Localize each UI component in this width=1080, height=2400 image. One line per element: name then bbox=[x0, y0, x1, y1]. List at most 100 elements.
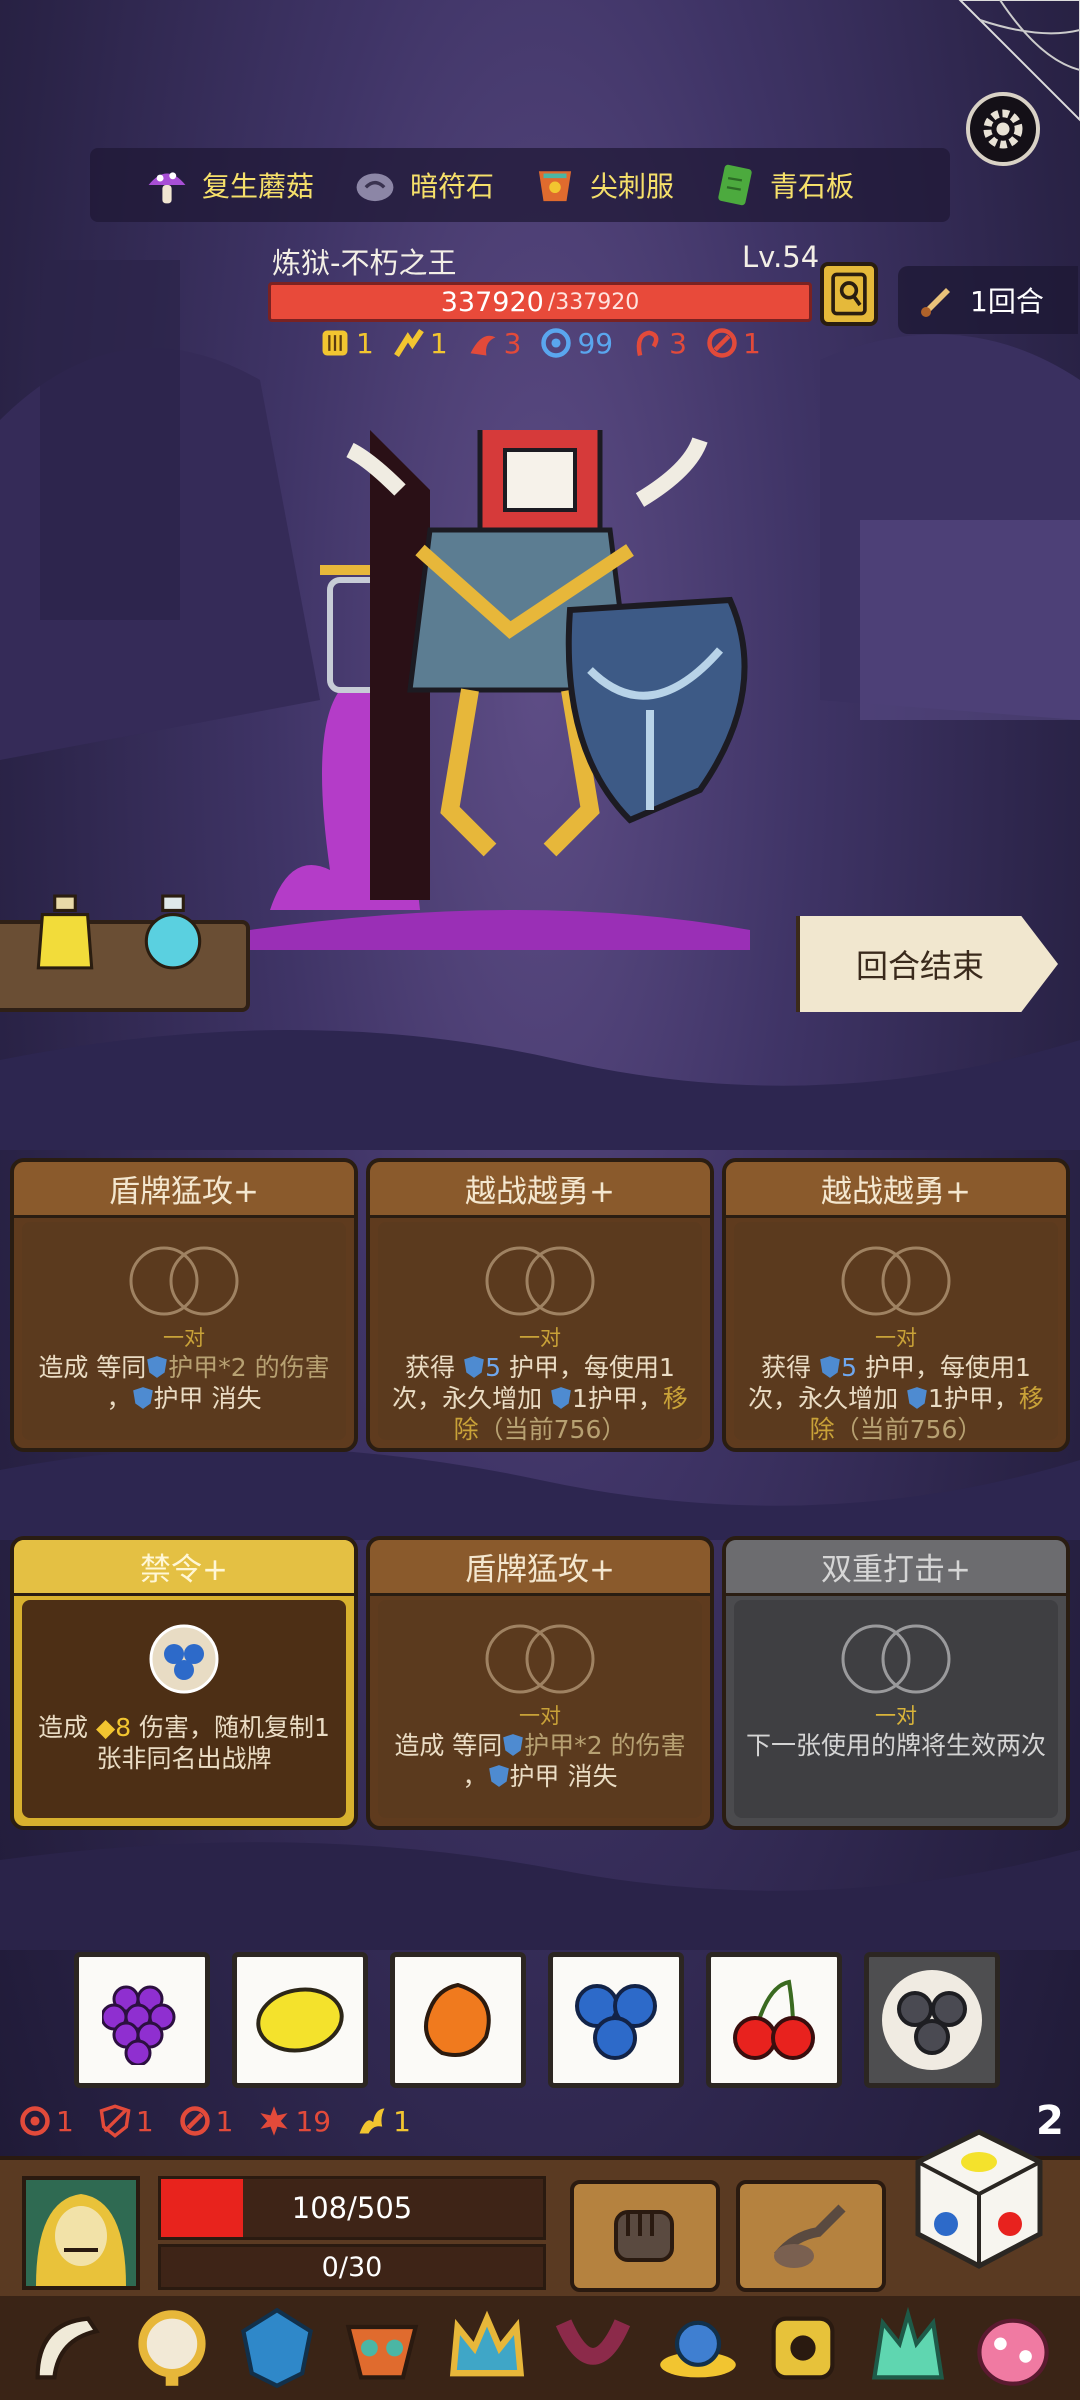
dice-blueberry[interactable] bbox=[548, 1952, 684, 2088]
player-shield-bar: 0/30 bbox=[158, 2244, 546, 2290]
pair-label: 一对 bbox=[163, 1326, 205, 1350]
card-title: 越战越勇+ bbox=[726, 1162, 1066, 1218]
boss-status-armor[interactable]: 1 bbox=[318, 326, 374, 360]
resource-label: 复生蘑菇 bbox=[202, 170, 315, 203]
player-status-target[interactable]: 1 bbox=[18, 2104, 74, 2138]
pair-slot-icon bbox=[485, 1246, 595, 1316]
card-shield-bash-2[interactable]: 盾牌猛攻+ 一对 造成 等同 护甲*2 的伤害 ，护甲 消失 bbox=[366, 1536, 714, 1830]
card-double-strike[interactable]: 双重打击+ 一对 下一张使用的牌将生效两次 bbox=[722, 1536, 1070, 1830]
fist-skill-button[interactable] bbox=[570, 2180, 720, 2292]
blueberry-icon bbox=[575, 1984, 657, 2060]
boss-status-bleed[interactable]: 3 bbox=[466, 326, 521, 360]
crown-icon[interactable] bbox=[445, 2306, 529, 2390]
mirror-icon[interactable] bbox=[130, 2306, 214, 2390]
pair-slot-icon bbox=[841, 1246, 951, 1316]
shovel-icon bbox=[774, 2204, 846, 2268]
boss-status-strength[interactable]: 1 bbox=[392, 326, 448, 360]
grape-icon bbox=[102, 1985, 176, 2065]
card-brave-fight-2[interactable]: 越战越勇+ 一对 获得 5 护甲，每使用1次，永久增加 1护甲，移除（当前756… bbox=[722, 1158, 1070, 1452]
resource-label: 暗符石 bbox=[410, 170, 495, 203]
card-description: 造成 ◆8 伤害，随机复制1张非同名出战牌 bbox=[38, 1713, 330, 1773]
resource-label: 青石板 bbox=[770, 170, 855, 203]
pair-slot-icon bbox=[485, 1624, 595, 1694]
player-avatar[interactable] bbox=[22, 2176, 140, 2290]
resource-spike-armor[interactable]: 尖刺服 bbox=[532, 162, 674, 208]
curse-icon bbox=[636, 330, 659, 356]
resource-rune-stone[interactable]: 暗符石 bbox=[352, 162, 494, 208]
blueberry-slot-icon bbox=[149, 1624, 219, 1694]
weak-icon bbox=[707, 328, 737, 358]
dice-orange[interactable] bbox=[390, 1952, 526, 2088]
armor-shield-icon bbox=[147, 1356, 168, 1378]
broken-shield-icon bbox=[99, 2104, 131, 2138]
dice-grape[interactable] bbox=[74, 1952, 210, 2088]
card-description: 造成 等同 护甲*2 的伤害 ，护甲 消失 bbox=[38, 1353, 330, 1413]
pair-label: 一对 bbox=[875, 1326, 917, 1350]
boss-level: Lv.54 bbox=[742, 240, 820, 274]
boss-info-button[interactable] bbox=[820, 262, 878, 326]
strength-icon bbox=[393, 328, 424, 357]
boss-status-shield[interactable]: 99 bbox=[539, 326, 613, 360]
player-status-weak[interactable]: 1 bbox=[178, 2104, 233, 2138]
card-title: 盾牌猛攻+ bbox=[14, 1162, 354, 1218]
jade-crown-icon[interactable] bbox=[866, 2306, 950, 2390]
armor-shield-icon bbox=[488, 1765, 509, 1787]
dig-skill-button[interactable] bbox=[736, 2180, 886, 2292]
mushroom-icon bbox=[148, 172, 186, 204]
card-body: 一对 造成 等同 护甲*2 的伤害 ，护甲 消失 bbox=[22, 1222, 346, 1440]
round-label: 1回合 bbox=[970, 285, 1044, 318]
card-body: 一对 获得 5 护甲，每使用1次，永久增加 1护甲，移除（当前756） bbox=[734, 1222, 1058, 1444]
armor-shield-icon bbox=[907, 1387, 927, 1409]
mask-icon[interactable] bbox=[340, 2306, 424, 2390]
blue-gem-icon[interactable] bbox=[235, 2306, 319, 2390]
golden-idol-icon[interactable] bbox=[761, 2306, 845, 2390]
boss-status-weak[interactable]: 1 bbox=[705, 326, 761, 360]
resource-slate[interactable]: 青石板 bbox=[712, 162, 854, 208]
card-description: 下一张使用的牌将生效两次 bbox=[745, 1731, 1046, 1760]
dice-cherry[interactable] bbox=[706, 1952, 842, 2088]
card-brave-fight[interactable]: 越战越勇+ 一对 获得 5 护甲，每使用1次，永久增加 1护甲，移除（当前756… bbox=[366, 1158, 714, 1452]
resource-bar: 复生蘑菇 暗符石 尖刺服 青石板 bbox=[90, 148, 950, 222]
roll-dice-button[interactable] bbox=[914, 2128, 1044, 2270]
pink-egg-icon[interactable] bbox=[971, 2306, 1055, 2390]
scroll-icon bbox=[921, 288, 950, 317]
player-status-burn[interactable]: 19 bbox=[257, 2104, 331, 2138]
player-status-broken-shield[interactable]: 1 bbox=[98, 2104, 154, 2138]
player-status-flame-bird[interactable]: 1 bbox=[355, 2104, 411, 2138]
card-shield-bash[interactable]: 盾牌猛攻+ 一对 造成 等同 护甲*2 的伤害 ，护甲 消失 bbox=[10, 1158, 358, 1452]
dice-blueberry-used[interactable] bbox=[864, 1952, 1000, 2088]
shield-ring-icon bbox=[541, 328, 572, 358]
boss-status-curse[interactable]: 3 bbox=[631, 326, 687, 360]
boss-status-row: 1 1 3 99 3 1 bbox=[318, 326, 761, 360]
slate-tablet-icon bbox=[718, 164, 752, 206]
resource-mushroom[interactable]: 复生蘑菇 bbox=[144, 162, 314, 208]
end-turn-button[interactable]: 回合结束 bbox=[796, 916, 1058, 1012]
orange-icon bbox=[424, 1982, 491, 2057]
relic-bar bbox=[0, 2296, 1080, 2400]
yellow-potion-icon[interactable] bbox=[34, 894, 96, 972]
spike-armor-icon bbox=[538, 171, 572, 202]
card-ban[interactable]: 禁令+ 造成 ◆8 伤害，随机复制1张非同名出战牌 bbox=[10, 1536, 358, 1830]
boss-character[interactable] bbox=[250, 430, 810, 950]
settings-button[interactable] bbox=[966, 92, 1040, 166]
card-body: 一对 下一张使用的牌将生效两次 bbox=[734, 1600, 1058, 1818]
dice-lemon[interactable] bbox=[232, 1952, 368, 2088]
bleed-icon bbox=[470, 335, 496, 356]
horn-icon[interactable] bbox=[25, 2306, 109, 2390]
card-description: 造成 等同 护甲*2 的伤害 ，护甲 消失 bbox=[394, 1731, 686, 1791]
fist-icon bbox=[614, 2210, 674, 2262]
resource-label: 尖刺服 bbox=[590, 170, 675, 203]
armor-shield-icon bbox=[551, 1387, 571, 1409]
player-status-row: 1 1 1 19 1 bbox=[18, 2104, 411, 2138]
boss-name: 炼狱-不朽之王 bbox=[272, 246, 457, 280]
blueberry-icon bbox=[882, 1970, 982, 2070]
cyan-potion-icon[interactable] bbox=[142, 894, 204, 972]
card-title: 盾牌猛攻+ bbox=[370, 1540, 710, 1596]
pair-label: 一对 bbox=[519, 1326, 561, 1350]
burn-icon bbox=[260, 2106, 289, 2136]
pair-label: 一对 bbox=[519, 1704, 561, 1728]
card-title: 双重打击+ bbox=[726, 1540, 1066, 1596]
weak-icon bbox=[179, 2106, 210, 2136]
snail-icon[interactable] bbox=[656, 2306, 740, 2390]
collar-icon[interactable] bbox=[551, 2306, 635, 2390]
